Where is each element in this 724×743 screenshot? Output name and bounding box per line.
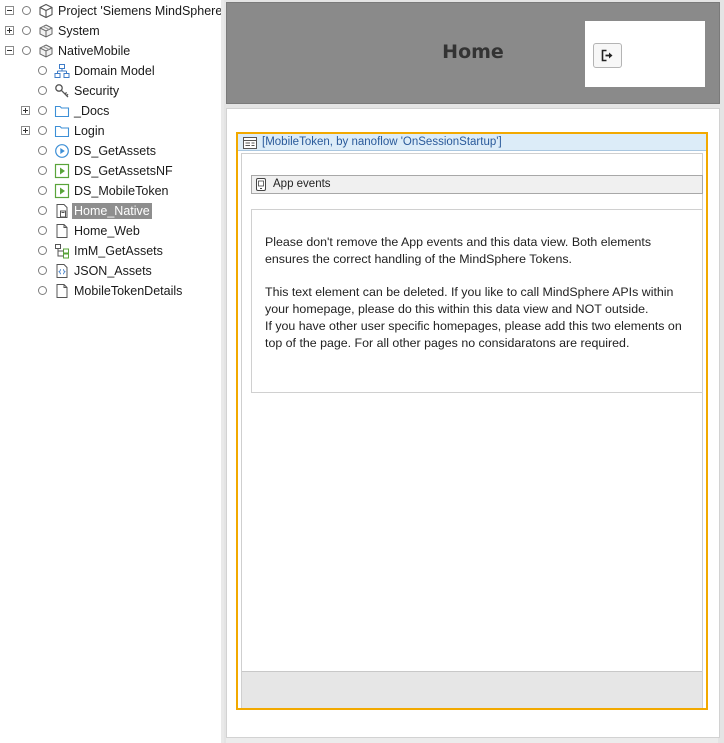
text-widget[interactable]: Please don't remove the App events and t… bbox=[251, 209, 703, 393]
tree-item-label: Security bbox=[74, 84, 120, 98]
status-circle-icon bbox=[38, 266, 47, 275]
tree-item-home-web[interactable]: Home_Web bbox=[0, 221, 221, 241]
tree-item-system[interactable]: System bbox=[0, 21, 221, 41]
module-icon bbox=[38, 43, 54, 59]
status-circle-icon bbox=[38, 126, 47, 135]
collapse-toggle-icon[interactable] bbox=[5, 46, 14, 55]
tree-item-label: MobileTokenDetails bbox=[74, 284, 183, 298]
module-icon bbox=[38, 23, 54, 39]
status-circle-icon bbox=[38, 226, 47, 235]
tree-item-nativemobile[interactable]: NativeMobile bbox=[0, 41, 221, 61]
tree-item-label: Login bbox=[74, 124, 105, 138]
project-explorer: Project 'Siemens MindSphere N System Nat… bbox=[0, 0, 221, 743]
tree-item-label: Home_Web bbox=[74, 224, 140, 238]
tree-item-json-assets[interactable]: JSON_Assets bbox=[0, 261, 221, 281]
tree-item-domain-model[interactable]: Domain Model bbox=[0, 61, 221, 81]
app-events-widget[interactable]: App events bbox=[251, 175, 703, 194]
native-page-icon bbox=[54, 203, 70, 219]
text-paragraph: Please don't remove the App events and t… bbox=[265, 235, 652, 266]
tree-item-security[interactable]: Security bbox=[0, 81, 221, 101]
app-events-label: App events bbox=[273, 178, 331, 190]
status-circle-icon bbox=[38, 106, 47, 115]
status-circle-icon bbox=[38, 206, 47, 215]
expand-toggle-icon[interactable] bbox=[21, 106, 30, 115]
dataview-content[interactable]: App events Please don't remove the App e… bbox=[241, 153, 703, 708]
tree-item-ds-getassetsnf[interactable]: DS_GetAssetsNF bbox=[0, 161, 221, 181]
expand-toggle-icon[interactable] bbox=[21, 126, 30, 135]
status-circle-icon bbox=[22, 26, 31, 35]
tree-item-ds-mobiletoken[interactable]: DS_MobileToken bbox=[0, 181, 221, 201]
tree-item-imm-getassets[interactable]: ImM_GetAssets bbox=[0, 241, 221, 261]
status-circle-icon bbox=[38, 186, 47, 195]
logout-icon bbox=[601, 49, 614, 62]
tree-item-label: System bbox=[58, 24, 100, 38]
logout-button[interactable] bbox=[593, 43, 622, 68]
tree-item-ds-getassets[interactable]: DS_GetAssets bbox=[0, 141, 221, 161]
security-key-icon bbox=[54, 83, 70, 99]
page-icon bbox=[54, 283, 70, 299]
microflow-icon bbox=[54, 163, 70, 179]
tree-item-mobiletokendetails[interactable]: MobileTokenDetails bbox=[0, 281, 221, 301]
tree-item-label: NativeMobile bbox=[58, 44, 131, 58]
tree-item-project[interactable]: Project 'Siemens MindSphere N bbox=[0, 1, 221, 21]
expand-toggle-icon[interactable] bbox=[5, 26, 14, 35]
tree-item-label: DS_GetAssets bbox=[74, 144, 156, 158]
collapse-toggle-icon[interactable] bbox=[5, 6, 14, 15]
tree-item-label: DS_MobileToken bbox=[74, 184, 169, 198]
app-events-icon bbox=[256, 178, 266, 191]
tree-item-home-native[interactable]: Home_Native bbox=[0, 201, 221, 221]
tree-item-label: _Docs bbox=[74, 104, 110, 118]
tree-item-label: Domain Model bbox=[74, 64, 155, 78]
text-paragraph: If you have other user specific homepage… bbox=[265, 318, 682, 350]
dataview-selected[interactable]: [MobileToken, by nanoflow 'OnSessionStar… bbox=[236, 132, 708, 710]
tree-item-label: Home_Native bbox=[72, 203, 152, 219]
page-icon bbox=[54, 223, 70, 239]
nanoflow-icon bbox=[54, 143, 70, 159]
dataview-title: [MobileToken, by nanoflow 'OnSessionStar… bbox=[262, 136, 502, 148]
page-header[interactable]: Home bbox=[226, 2, 720, 104]
status-circle-icon bbox=[38, 66, 47, 75]
text-paragraph: This text element can be deleted. If you… bbox=[265, 285, 674, 317]
domain-model-icon bbox=[54, 63, 70, 79]
json-structure-icon bbox=[54, 263, 70, 279]
status-circle-icon bbox=[38, 86, 47, 95]
microflow-icon bbox=[54, 183, 70, 199]
page-editor: Home [MobileToken, by nanoflow 'OnSessio… bbox=[224, 0, 724, 743]
dataview-icon bbox=[243, 136, 257, 149]
folder-icon bbox=[54, 123, 70, 139]
status-circle-icon bbox=[38, 166, 47, 175]
status-circle-icon bbox=[22, 46, 31, 55]
tree-item-login[interactable]: Login bbox=[0, 121, 221, 141]
header-right-container[interactable] bbox=[585, 21, 705, 87]
import-mapping-icon bbox=[54, 243, 70, 259]
tree-item-label: DS_GetAssetsNF bbox=[74, 164, 173, 178]
tree-item-docs[interactable]: _Docs bbox=[0, 101, 221, 121]
folder-icon bbox=[54, 103, 70, 119]
page-body[interactable]: [MobileToken, by nanoflow 'OnSessionStar… bbox=[226, 108, 720, 738]
tree-item-label: Project 'Siemens MindSphere N bbox=[58, 4, 221, 18]
tree-item-label: ImM_GetAssets bbox=[74, 244, 163, 258]
status-circle-icon bbox=[22, 6, 31, 15]
page-footer-strip bbox=[226, 738, 718, 743]
status-circle-icon bbox=[38, 286, 47, 295]
status-circle-icon bbox=[38, 146, 47, 155]
status-circle-icon bbox=[38, 246, 47, 255]
dataview-header[interactable]: [MobileToken, by nanoflow 'OnSessionStar… bbox=[238, 134, 706, 151]
tree-item-label: JSON_Assets bbox=[74, 264, 152, 278]
dataview-footer[interactable] bbox=[242, 671, 702, 708]
project-icon bbox=[38, 3, 54, 19]
